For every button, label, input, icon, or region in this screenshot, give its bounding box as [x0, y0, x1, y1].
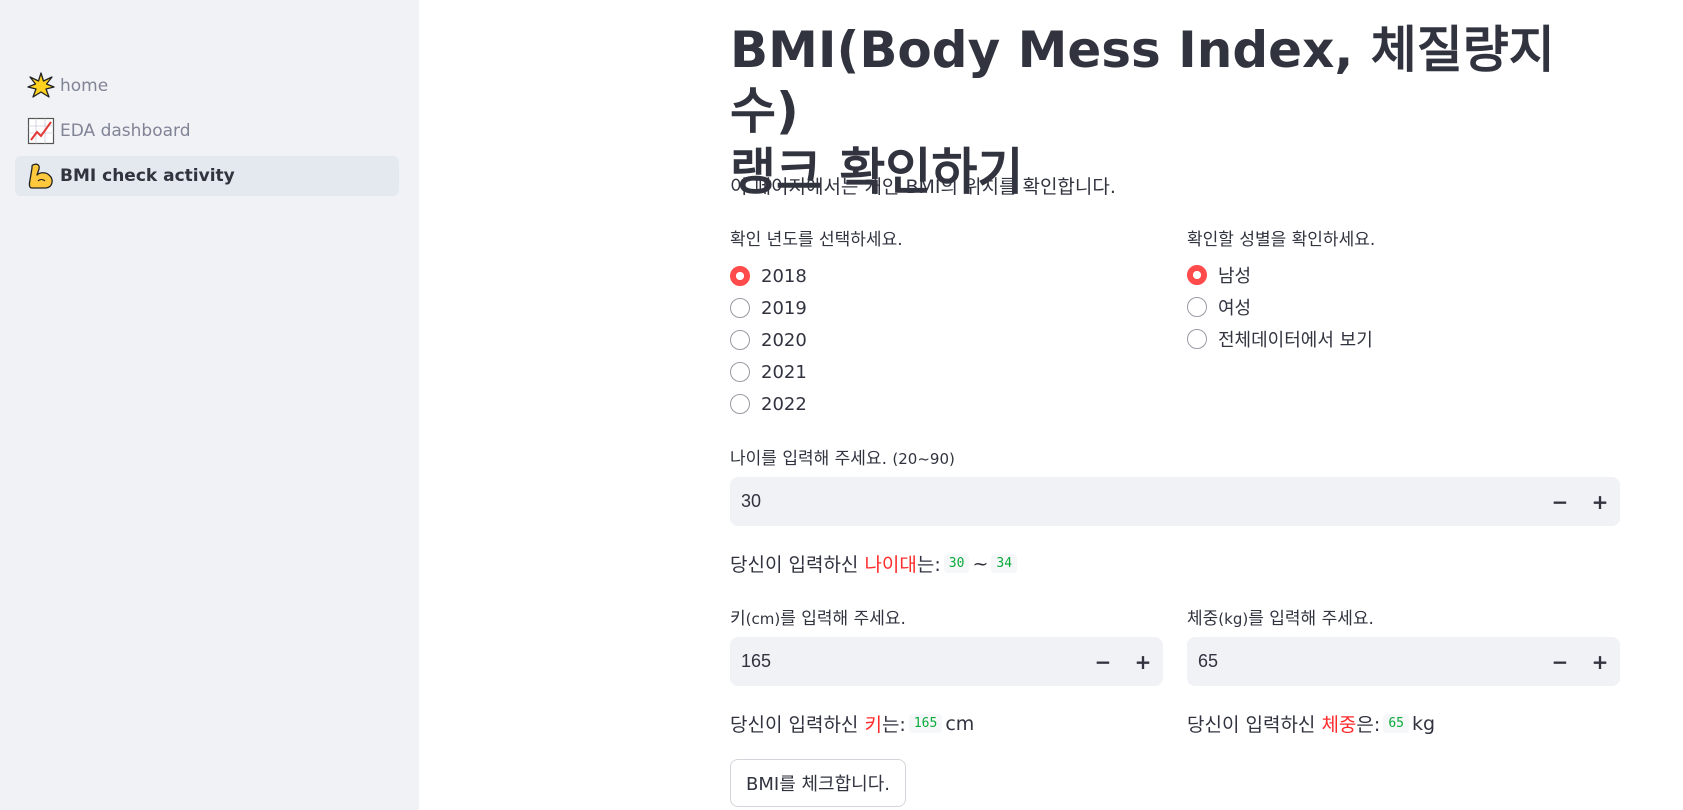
radio-unselected-icon — [730, 394, 750, 414]
year-option-label: 2018 — [761, 265, 807, 287]
height-output-highlight: 키 — [864, 714, 882, 736]
height-label-suffix: 를 입력해 주세요. — [780, 609, 906, 629]
weight-decrement-button[interactable]: − — [1540, 637, 1580, 686]
sidebar: home EDA dashboard BMI check activity — [0, 0, 419, 810]
year-option-label: 2022 — [761, 393, 807, 415]
radio-unselected-icon — [1187, 297, 1207, 317]
gender-radio-all[interactable]: 전체데이터에서 보기 — [1187, 327, 1373, 351]
page-caption: 이 페이지에서는 개인 BMI의 위치를 확인합니다. — [730, 176, 1116, 198]
height-output-unit: cm — [945, 712, 975, 735]
age-number-input: − + — [730, 477, 1620, 526]
radio-unselected-icon — [1187, 329, 1207, 349]
height-output-suffix: 는: — [881, 714, 906, 736]
year-option-label: 2021 — [761, 361, 807, 383]
sidebar-item-label: BMI check activity — [60, 166, 235, 186]
weight-output-prefix: 당신이 입력하신 — [1187, 714, 1322, 736]
weight-output-suffix: 은: — [1356, 714, 1381, 736]
weight-number-input: − + — [1187, 637, 1620, 686]
weight-label-prefix: 체중 — [1187, 609, 1219, 629]
age-input[interactable] — [730, 491, 1540, 512]
main-content: BMI(Body Mess Index, 체질량지수) 랭크 확인하기 이 페이… — [730, 0, 1620, 810]
gender-radio-female[interactable]: 여성 — [1187, 295, 1251, 319]
weight-label-suffix: 를 입력해 주세요. — [1248, 609, 1374, 629]
year-radio-label: 확인 년도를 선택하세요. — [730, 230, 903, 250]
radio-selected-icon — [730, 266, 750, 286]
height-input-label: 키(cm)를 입력해 주세요. — [730, 604, 906, 629]
sidebar-item-label: home — [60, 76, 109, 96]
weight-output: 당신이 입력하신 체중 은: 65 kg — [1187, 710, 1435, 737]
radio-selected-icon — [1187, 265, 1207, 285]
year-radio-2021[interactable]: 2021 — [730, 360, 807, 384]
year-radio-2020[interactable]: 2020 — [730, 328, 807, 352]
year-radio-2022[interactable]: 2022 — [730, 392, 807, 416]
age-range-from: 30 — [943, 554, 970, 573]
age-label-text: 나이를 입력해 주세요. — [730, 449, 887, 469]
age-range-separator: ~ — [972, 552, 989, 575]
height-label-unit: (cm) — [745, 610, 781, 628]
year-radio-2018[interactable]: 2018 — [730, 264, 807, 288]
bmi-check-button[interactable]: BMI를 체크합니다. — [730, 759, 906, 807]
weight-input-label: 체중(kg)를 입력해 주세요. — [1187, 604, 1374, 629]
weight-label-unit: (kg) — [1218, 610, 1249, 628]
age-output-prefix: 당신이 입력하신 — [730, 554, 865, 576]
weight-increment-button[interactable]: + — [1580, 637, 1620, 686]
height-decrement-button[interactable]: − — [1083, 637, 1123, 686]
weight-output-unit: kg — [1411, 712, 1436, 735]
flexed-biceps-icon — [27, 162, 55, 190]
sidebar-item-eda-dashboard[interactable]: EDA dashboard — [15, 111, 399, 151]
year-option-label: 2019 — [761, 297, 807, 319]
height-output-prefix: 당신이 입력하신 — [730, 714, 865, 736]
radio-unselected-icon — [730, 330, 750, 350]
sidebar-nav: home EDA dashboard BMI check activity — [15, 66, 399, 201]
gender-radio-male[interactable]: 남성 — [1187, 263, 1251, 287]
age-output: 당신이 입력하신 나이대 는: 30 ~ 34 — [730, 550, 1020, 577]
page-title-line1: BMI(Body Mess Index, 체질량지수) — [730, 21, 1555, 140]
sidebar-item-home[interactable]: home — [15, 66, 399, 106]
age-range-to: 34 — [991, 554, 1018, 573]
height-output-value: 165 — [908, 714, 943, 733]
year-option-label: 2020 — [761, 329, 807, 351]
sidebar-item-bmi-check-activity[interactable]: BMI check activity — [15, 156, 399, 196]
age-label-hint: (20~90) — [892, 450, 955, 468]
height-label-prefix: 키 — [730, 609, 746, 629]
gender-option-label: 남성 — [1218, 266, 1252, 287]
gender-radio-label: 확인할 성별을 확인하세요. — [1187, 230, 1376, 250]
sidebar-item-label: EDA dashboard — [60, 121, 191, 141]
age-input-label: 나이를 입력해 주세요. (20~90) — [730, 444, 955, 469]
age-increment-button[interactable]: + — [1580, 477, 1620, 526]
age-decrement-button[interactable]: − — [1540, 477, 1580, 526]
sparkle-icon — [27, 72, 55, 100]
weight-output-highlight: 체중 — [1321, 714, 1357, 736]
year-radio-2019[interactable]: 2019 — [730, 296, 807, 320]
height-number-input: − + — [730, 637, 1163, 686]
height-increment-button[interactable]: + — [1123, 637, 1163, 686]
weight-output-value: 65 — [1383, 714, 1409, 733]
radio-unselected-icon — [730, 362, 750, 382]
chart-increasing-icon — [27, 117, 55, 145]
radio-unselected-icon — [730, 298, 750, 318]
gender-option-label: 전체데이터에서 보기 — [1218, 330, 1373, 351]
gender-option-label: 여성 — [1218, 298, 1252, 319]
height-output: 당신이 입력하신 키 는: 165 cm — [730, 710, 974, 737]
age-output-highlight: 나이대 — [864, 554, 917, 576]
height-input[interactable] — [730, 651, 1083, 672]
age-output-suffix: 는: — [916, 554, 941, 576]
weight-input[interactable] — [1187, 651, 1540, 672]
